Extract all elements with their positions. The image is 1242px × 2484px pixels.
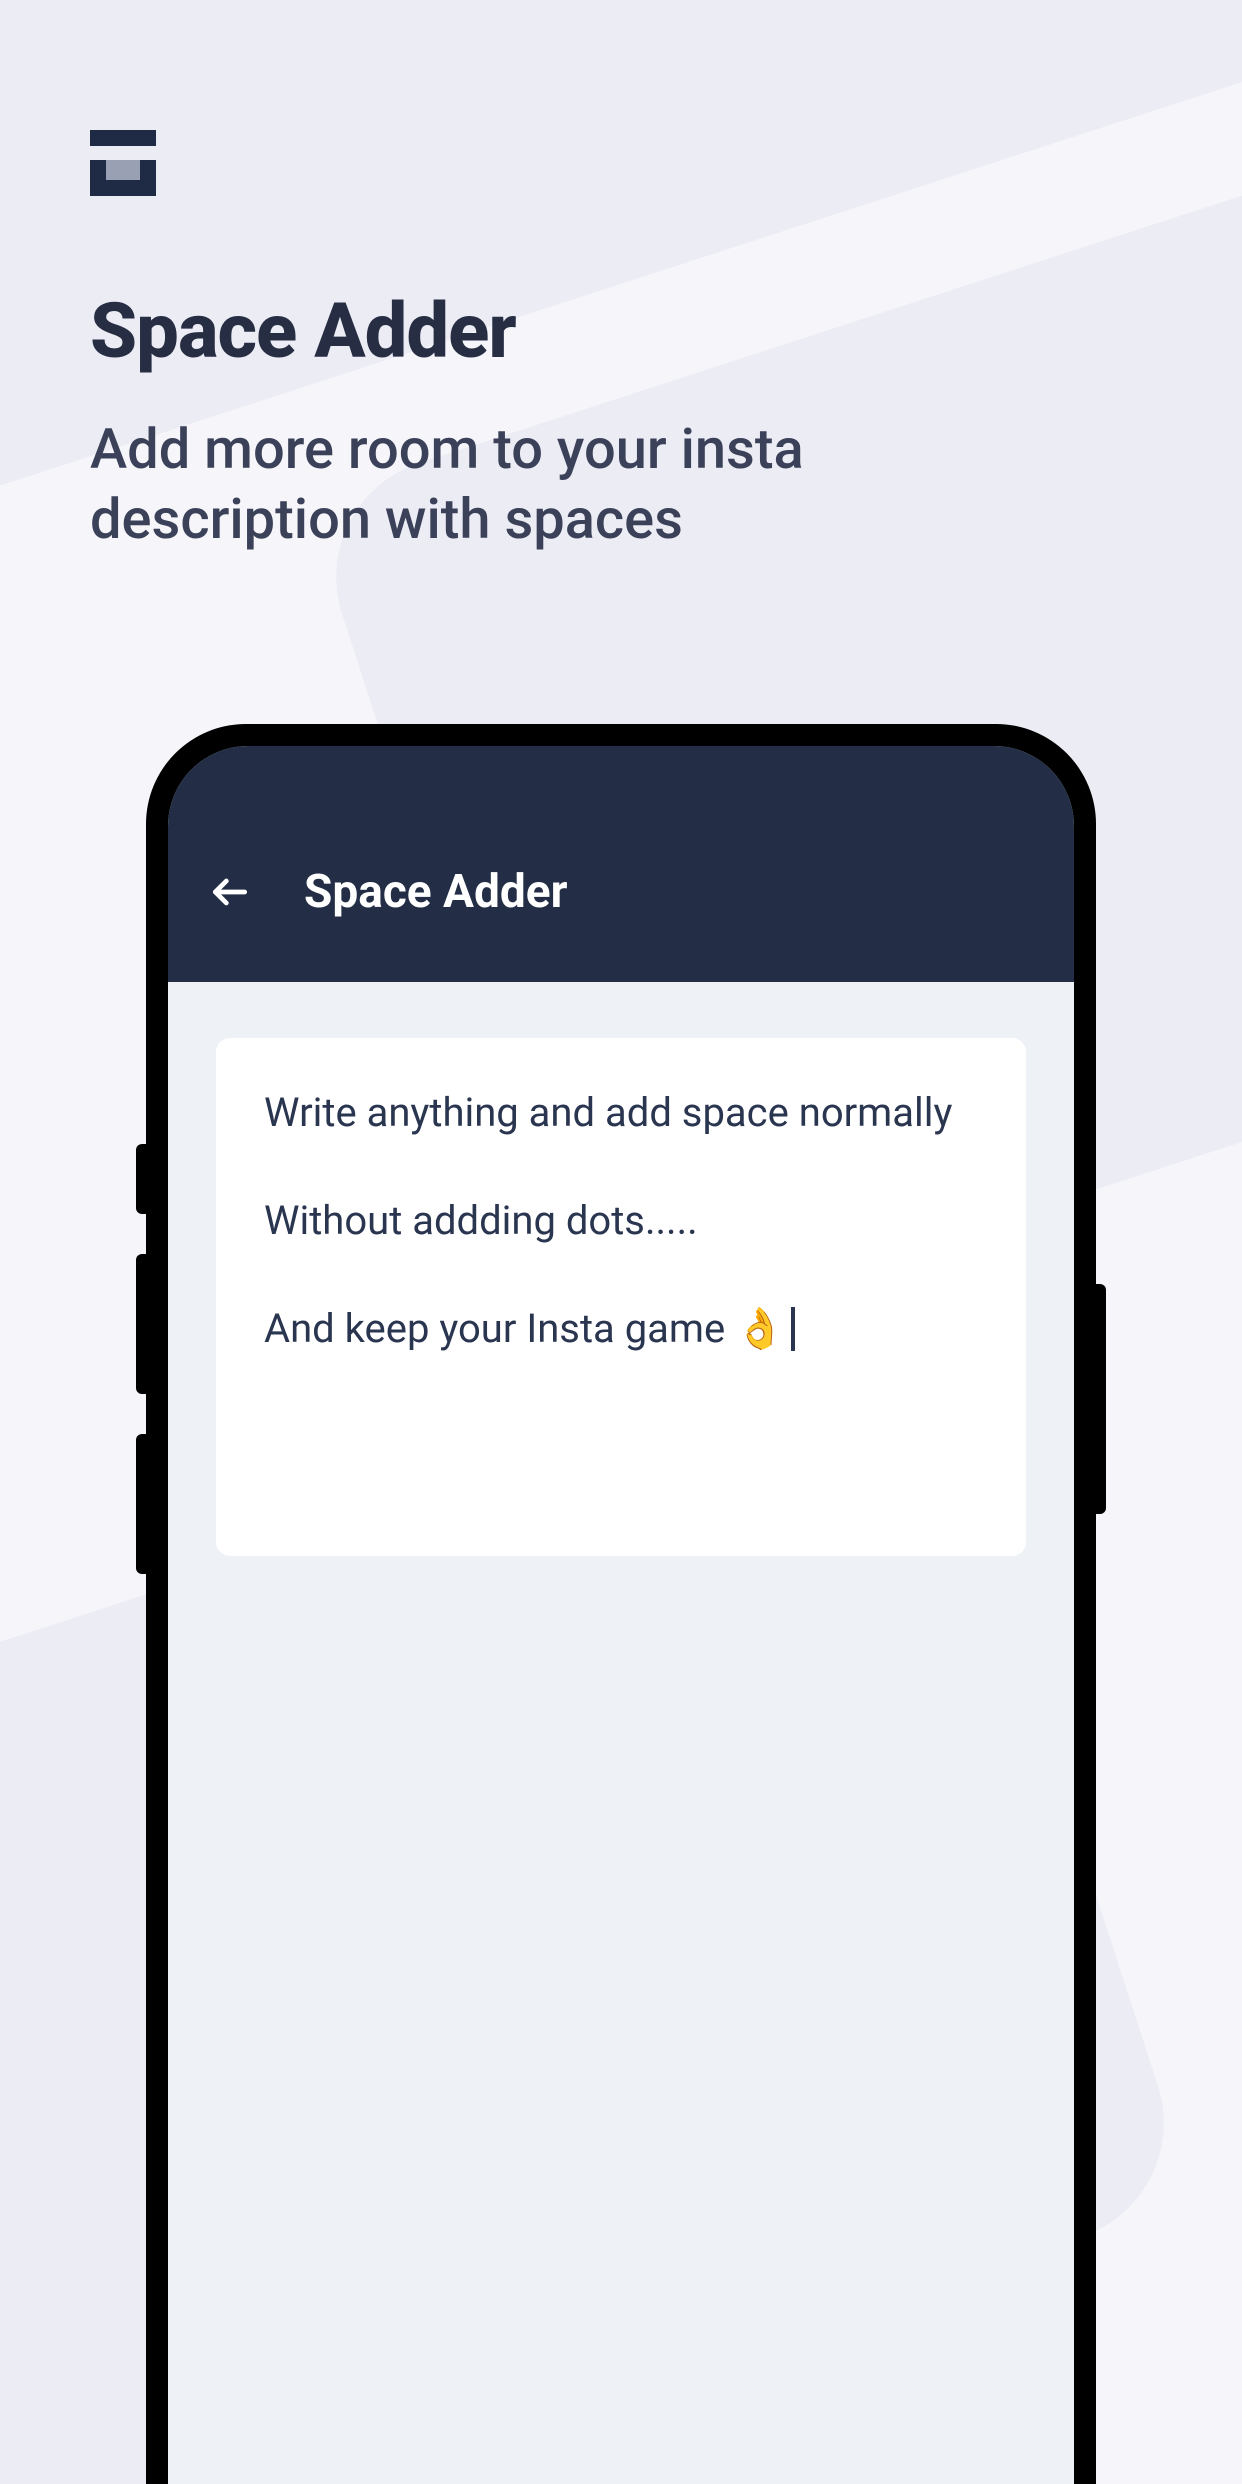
status-bar (168, 746, 1074, 802)
app-header-title: Space Adder (304, 865, 567, 919)
app-body: Write anything and add space normally Wi… (168, 982, 1074, 2484)
phone-screen: Space Adder Write anything and add space… (168, 746, 1074, 2484)
phone-mockup: Space Adder Write anything and add space… (146, 724, 1096, 2484)
text-cursor-icon (791, 1307, 795, 1351)
text-editor[interactable]: Write anything and add space normally Wi… (216, 1038, 1026, 1556)
editor-line-text: And keep your Insta game 👌 (264, 1305, 785, 1352)
page-subtitle: Add more room to your insta description … (90, 414, 990, 554)
page-title: Space Adder (90, 286, 1152, 376)
editor-line: And keep your Insta game 👌 (264, 1302, 978, 1356)
app-header: Space Adder (168, 802, 1074, 982)
back-arrow-icon[interactable] (208, 870, 252, 914)
app-logo-icon (90, 130, 156, 196)
editor-line: Write anything and add space normally (264, 1086, 978, 1140)
editor-line: Without addding dots..... (264, 1194, 978, 1248)
